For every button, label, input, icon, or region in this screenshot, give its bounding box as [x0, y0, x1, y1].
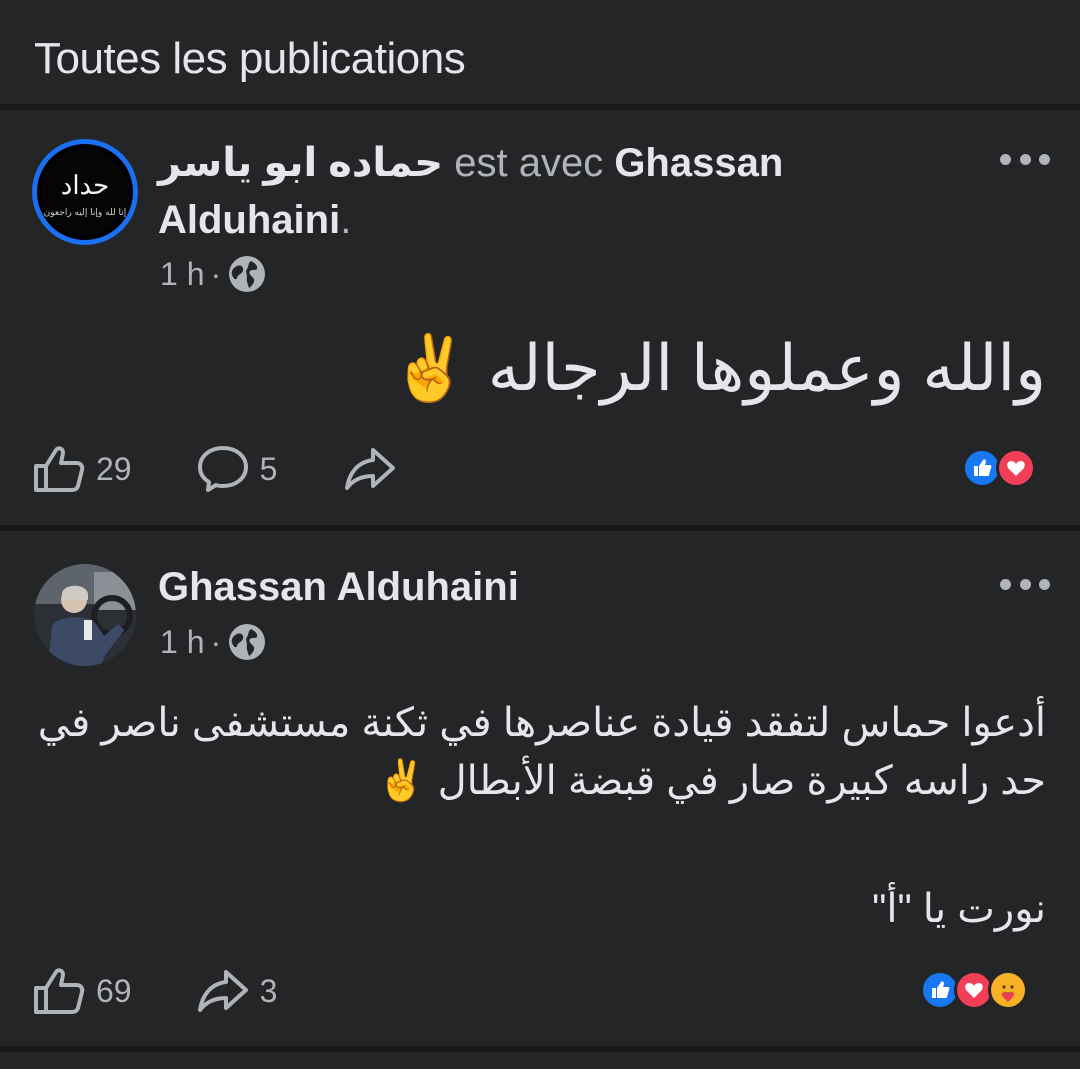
post-text-line: والله وعملوها الرجاله ✌️: [390, 332, 1046, 404]
section-divider: [0, 104, 1080, 110]
like-count: 69: [96, 972, 132, 1009]
post-divider: [0, 525, 1080, 531]
post-actions: 29 5: [32, 444, 397, 494]
share-button[interactable]: [343, 444, 397, 494]
share-icon: [197, 970, 248, 1012]
avatar-logo-subtext: إنا لله وإنا إليه راجعون: [43, 208, 127, 218]
avatar[interactable]: [34, 564, 136, 666]
post-text-line: حد راسه كبيرة صار في قبضة الأبطال ✌️: [376, 759, 1046, 803]
comment-icon: [197, 446, 248, 492]
like-icon: [34, 446, 85, 492]
post-header: حماده ابو ياسر est avec Ghassan: [158, 137, 938, 189]
meta-dot: ·: [210, 623, 222, 660]
care-reaction-icon: [988, 970, 1028, 1010]
author-name[interactable]: Ghassan Alduhaini: [158, 561, 519, 613]
post-text: أدعوا حماس لتفقد قيادة عناصرها في ثكنة م…: [36, 694, 1046, 938]
comment-button[interactable]: 5: [196, 444, 278, 494]
like-button[interactable]: 29: [32, 444, 132, 494]
globe-icon: [229, 624, 266, 660]
avatar[interactable]: حداد إنا لله وإنا إليه راجعون: [32, 139, 138, 245]
author-name[interactable]: حماده ابو ياسر: [158, 141, 443, 185]
more-options-button[interactable]: [1000, 577, 1050, 591]
share-count: 3: [259, 972, 278, 1009]
tagged-name[interactable]: Ghassan: [614, 141, 783, 185]
post-text-line: نورت يا "أ": [872, 887, 1046, 931]
love-reaction-icon: [996, 448, 1036, 488]
post-actions: 69 3: [32, 966, 277, 1016]
meta-dot: ·: [210, 255, 222, 292]
like-icon: [34, 968, 85, 1014]
post-divider: [0, 1046, 1080, 1052]
more-options-button[interactable]: [1000, 152, 1050, 166]
share-button[interactable]: 3: [196, 966, 278, 1016]
post-meta: 1 h ·: [160, 254, 267, 294]
like-button[interactable]: 69: [32, 966, 132, 1016]
avatar-logo-text: حداد: [60, 171, 110, 201]
share-icon: [345, 448, 396, 490]
post-text: والله وعملوها الرجاله ✌️: [36, 320, 1046, 416]
post-time[interactable]: 1 h: [160, 256, 204, 293]
post-text-line: أدعوا حماس لتفقد قيادة عناصرها في ثكنة م…: [37, 701, 1046, 745]
reactions-summary[interactable]: [962, 448, 1036, 488]
tagged-name-continued[interactable]: Alduhaini: [158, 198, 340, 242]
reactions-summary[interactable]: [920, 970, 1028, 1010]
comment-count: 5: [259, 450, 278, 487]
section-title: Toutes les publications: [34, 34, 466, 83]
like-count: 29: [96, 450, 132, 487]
globe-icon: [229, 256, 266, 292]
post-time[interactable]: 1 h: [160, 624, 204, 661]
with-connector: est avec: [443, 141, 615, 185]
post-meta: 1 h ·: [160, 622, 267, 662]
tagged-suffix: .: [340, 198, 352, 242]
post-header-line2: Alduhaini.: [158, 194, 351, 246]
